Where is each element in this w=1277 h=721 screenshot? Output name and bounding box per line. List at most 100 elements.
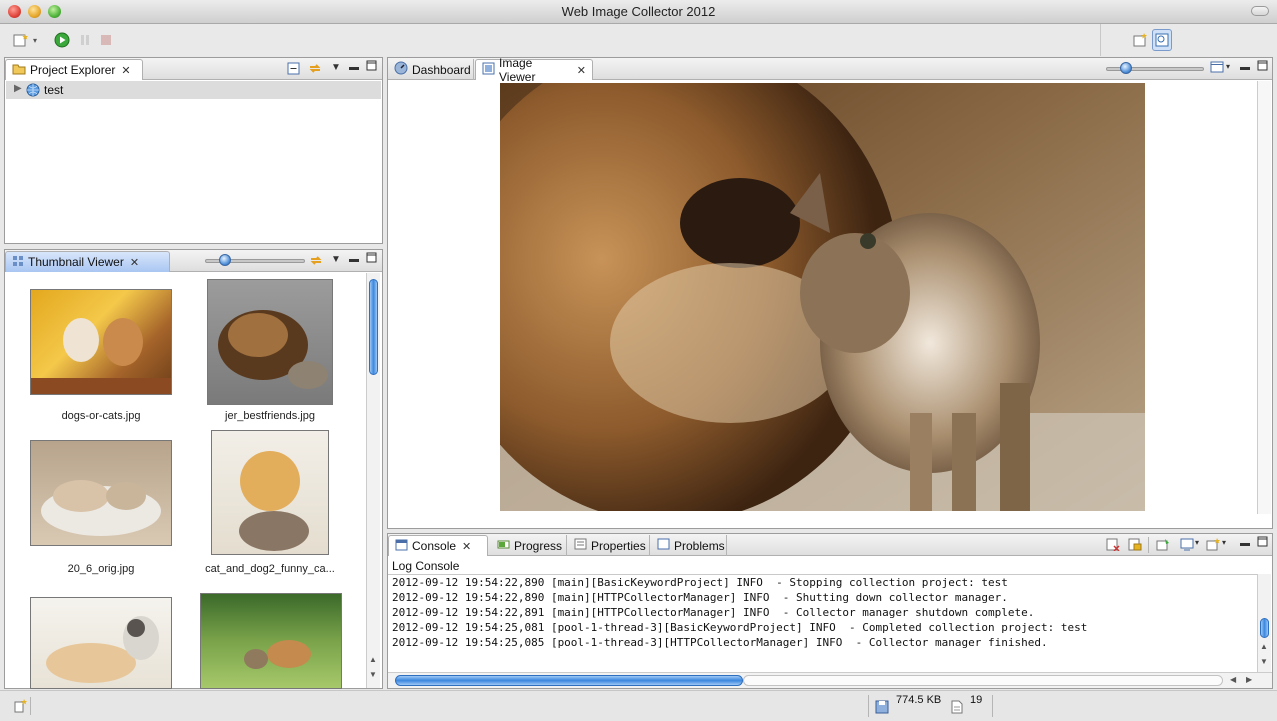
minimize-icon[interactable]: ▬ — [349, 254, 359, 265]
scrollbar-track — [743, 675, 1223, 686]
new-wizard-dropdown-icon[interactable]: ▾ — [31, 31, 39, 49]
thumbnail-image[interactable] — [200, 593, 342, 689]
thumbnail-label: jer_bestfriends.jpg — [225, 410, 315, 422]
editor-panel: Dashboard Image Viewer ✕ ▾ ▬ — [387, 56, 1273, 529]
scroll-up-icon[interactable]: ▲ — [369, 655, 377, 664]
stop-icon[interactable] — [97, 31, 115, 49]
tab-label: Console — [412, 539, 457, 553]
tab-progress[interactable]: Progress — [491, 535, 567, 556]
clear-console-icon[interactable] — [1106, 538, 1120, 554]
tab-thumbnail-viewer[interactable]: Thumbnail Viewer ✕ — [5, 251, 170, 272]
memory-icon — [875, 700, 889, 717]
console-panel: Console ✕ Progress Properties Problems ▾… — [387, 533, 1273, 689]
close-icon[interactable]: ✕ — [130, 256, 139, 269]
tab-problems[interactable]: Problems — [651, 535, 727, 556]
editor-tabstrip: Dashboard Image Viewer ✕ ▾ ▬ — [388, 56, 1272, 84]
tab-label: Project Explorer — [30, 63, 116, 77]
pause-icon[interactable] — [76, 31, 94, 49]
minimize-icon[interactable]: ▬ — [1240, 538, 1250, 549]
close-icon[interactable]: ✕ — [121, 64, 130, 77]
status-divider — [992, 695, 993, 717]
fast-view-icon[interactable] — [14, 699, 28, 716]
thumbnail-image[interactable] — [30, 289, 172, 395]
status-divider — [868, 695, 869, 717]
link-icon[interactable] — [308, 62, 322, 78]
console-icon — [395, 539, 408, 554]
scroll-left-icon[interactable]: ◀ — [1230, 675, 1236, 684]
zoom-slider-knob[interactable] — [1120, 62, 1132, 74]
run-icon[interactable] — [53, 31, 71, 49]
thumbnail-label: dogs-or-cats.jpg — [61, 410, 141, 422]
expand-arrow-icon[interactable]: ▶ — [14, 83, 22, 94]
minimize-icon[interactable]: ▬ — [1240, 62, 1250, 73]
tab-label: Problems — [674, 538, 725, 553]
toolbar-divider — [1148, 537, 1149, 553]
console-horizontal-scrollbar[interactable]: ◀ ▶ — [388, 672, 1272, 688]
console-vertical-scrollbar[interactable]: ▲ ▼ — [1257, 574, 1271, 672]
view-mode-icon[interactable] — [1210, 61, 1224, 76]
perspective-icon[interactable] — [1131, 31, 1149, 49]
view-mode-dropdown-icon[interactable]: ▾ — [1226, 62, 1230, 71]
display-console-icon[interactable] — [1180, 538, 1194, 554]
thumbnail-image[interactable] — [30, 597, 172, 689]
log-line: 2012-09-12 19:54:22,890 [main][BasicKeyw… — [392, 576, 1008, 589]
tab-console[interactable]: Console ✕ — [388, 535, 488, 556]
tab-label: Properties — [591, 538, 646, 553]
thumbnail-scrollbar[interactable]: ▲ ▼ — [366, 273, 380, 688]
thumbnail-image[interactable] — [207, 279, 333, 405]
progress-icon — [497, 538, 510, 553]
thumbnail-viewer-panel: Thumbnail Viewer ✕ ▼ ▬ dogs-or-cats.jpg … — [4, 249, 383, 689]
status-bar: 774.5 KB 19 — [0, 690, 1277, 721]
thumbnail-size-slider-knob[interactable] — [219, 254, 231, 266]
image-icon — [482, 62, 495, 78]
open-console-dropdown-icon[interactable]: ▾ — [1222, 538, 1226, 547]
new-wizard-icon[interactable] — [12, 31, 30, 49]
maximize-icon[interactable] — [366, 60, 377, 74]
scroll-down-icon[interactable]: ▼ — [1260, 657, 1268, 666]
log-console[interactable]: 2012-09-12 19:54:22,890 [main][BasicKeyw… — [388, 574, 1258, 675]
status-divider — [30, 697, 31, 715]
tab-label: Image Viewer — [499, 56, 536, 84]
tree-item-label: test — [44, 83, 64, 97]
globe-icon — [26, 83, 40, 100]
console-title: Log Console — [392, 559, 460, 573]
display-console-dropdown-icon[interactable]: ▾ — [1195, 538, 1199, 547]
toolbar-toggle-button[interactable] — [1251, 6, 1269, 16]
scroll-up-icon[interactable]: ▲ — [1260, 642, 1268, 651]
scrollbar-thumb[interactable] — [369, 279, 378, 375]
scroll-lock-icon[interactable] — [1128, 538, 1142, 554]
document-icon — [951, 700, 963, 717]
tree-item[interactable]: ▶ test — [6, 81, 381, 99]
tab-properties[interactable]: Properties — [568, 535, 650, 556]
maximize-icon[interactable] — [366, 252, 377, 266]
collapse-all-icon[interactable] — [287, 62, 300, 78]
scrollbar-thumb[interactable] — [1260, 618, 1269, 638]
editor-scrollbar[interactable] — [1257, 81, 1271, 514]
title-bar: Web Image Collector 2012 — [0, 0, 1277, 24]
minimize-icon[interactable]: ▬ — [349, 62, 359, 73]
window-title: Web Image Collector 2012 — [561, 4, 716, 19]
scroll-down-icon[interactable]: ▼ — [369, 670, 377, 679]
tab-image-viewer[interactable]: Image Viewer ✕ — [475, 56, 593, 84]
thumbnail-image[interactable] — [211, 430, 329, 555]
log-line: 2012-09-12 19:54:22,890 [main][HTTPColle… — [392, 591, 1008, 604]
scrollbar-thumb[interactable] — [395, 675, 743, 686]
view-menu-icon[interactable]: ▼ — [331, 254, 341, 265]
search-perspective-icon[interactable] — [1152, 29, 1172, 51]
scroll-right-icon[interactable]: ▶ — [1246, 675, 1252, 684]
dashboard-icon — [394, 61, 408, 78]
tab-label: Progress — [514, 538, 563, 553]
close-icon[interactable]: ✕ — [577, 64, 586, 77]
open-console-icon[interactable] — [1206, 538, 1220, 554]
link-icon[interactable] — [309, 254, 323, 270]
view-menu-icon[interactable]: ▼ — [331, 62, 341, 73]
maximize-icon[interactable] — [1257, 536, 1268, 550]
tab-project-explorer[interactable]: Project Explorer ✕ — [5, 59, 143, 80]
close-icon[interactable]: ✕ — [462, 540, 471, 553]
pin-console-icon[interactable] — [1156, 538, 1170, 554]
maximize-icon[interactable] — [1257, 60, 1268, 74]
tab-label: Dashboard — [412, 62, 471, 77]
thumbnail-image[interactable] — [30, 440, 172, 546]
tab-dashboard[interactable]: Dashboard — [388, 59, 474, 80]
thumbnail-label: 20_6_orig.jpg — [67, 563, 135, 575]
